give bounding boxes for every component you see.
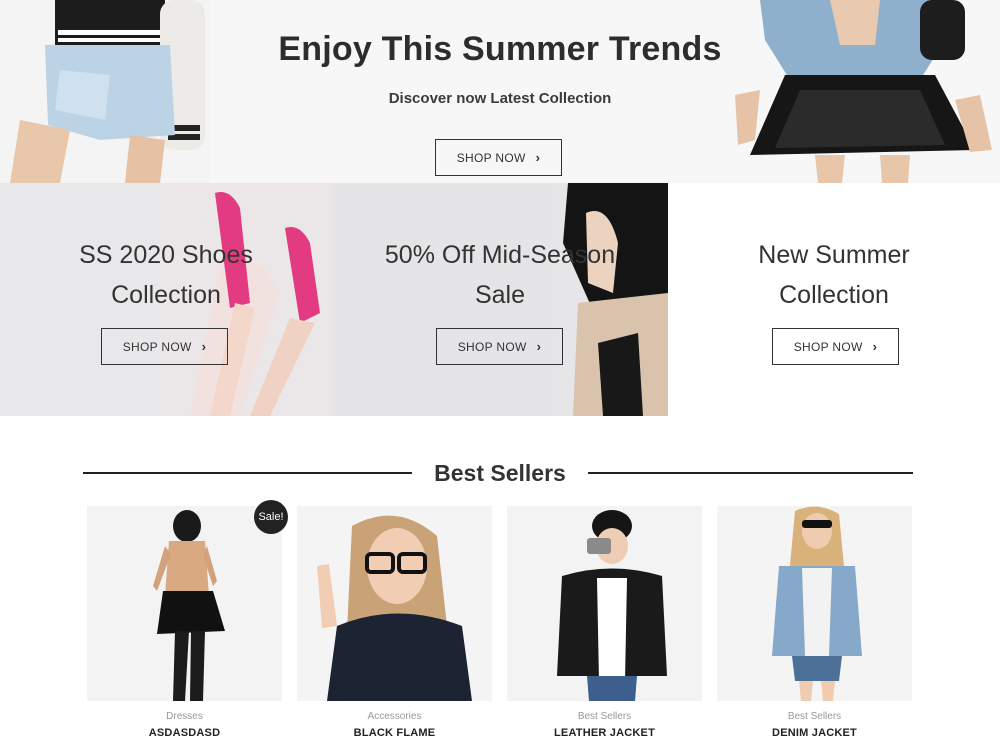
hero-banner: Enjoy This Summer Trends Discover now La…: [0, 0, 1000, 183]
chevron-right-icon: ›: [536, 339, 542, 354]
product-card[interactable]: Dresses ASDASDASD: [87, 506, 282, 743]
product-image[interactable]: [717, 506, 912, 701]
product-card[interactable]: Best Sellers DENIM JACKET: [717, 506, 912, 743]
product-name[interactable]: BLACK FLAME: [297, 727, 492, 739]
model-black-dress-image: [87, 506, 282, 701]
product-image[interactable]: [87, 506, 282, 701]
product-image[interactable]: [297, 506, 492, 701]
chevron-right-icon: ›: [872, 339, 878, 354]
product-card[interactable]: Accessories BLACK FLAME: [297, 506, 492, 743]
shop-now-label: SHOP NOW: [122, 339, 192, 354]
product-category[interactable]: Accessories: [297, 711, 492, 722]
hero-title: Enjoy This Summer Trends: [278, 30, 722, 68]
sale-badge: Sale!: [254, 500, 288, 534]
banner-title-line: Sale: [474, 281, 526, 309]
banner-title-line: SS 2020 Shoes: [79, 241, 253, 269]
product-category[interactable]: Best Sellers: [717, 711, 912, 722]
banner-title: SS 2020 Shoes Collection: [0, 235, 332, 315]
banner-title: 50% Off Mid-Season Sale: [332, 235, 668, 315]
product-category[interactable]: Best Sellers: [507, 711, 702, 722]
product-name[interactable]: ASDASDASD: [87, 727, 282, 739]
product-name[interactable]: LEATHER JACKET: [507, 727, 702, 739]
product-image[interactable]: [507, 506, 702, 701]
best-sellers-heading: Best Sellers: [434, 460, 566, 486]
banner-title-line: New Summer: [758, 241, 910, 269]
product-category[interactable]: Dresses: [87, 711, 282, 722]
product-name[interactable]: DENIM JACKET: [717, 727, 912, 739]
model-denim-jacket-image: [717, 506, 912, 701]
section-divider-left: [83, 472, 412, 474]
model-glasses-image: [297, 506, 492, 701]
new-summer-collection-banner: New Summer Collection SHOP NOW ›: [668, 183, 1000, 416]
mid-season-sale-banner: 50% Off Mid-Season Sale SHOP NOW ›: [332, 183, 668, 416]
product-card[interactable]: Best Sellers LEATHER JACKET: [507, 506, 702, 743]
shop-now-label: SHOP NOW: [793, 339, 863, 354]
sale-shop-now-button[interactable]: SHOP NOW ›: [436, 328, 563, 365]
hero-shop-now-button[interactable]: SHOP NOW ›: [435, 139, 562, 176]
banner-title-line: 50% Off Mid-Season: [384, 241, 616, 269]
banner-title-line: Collection: [779, 281, 889, 309]
banner-title: New Summer Collection: [668, 235, 1000, 315]
chevron-right-icon: ›: [201, 339, 207, 354]
summer-shop-now-button[interactable]: SHOP NOW ›: [772, 328, 899, 365]
shoes-shop-now-button[interactable]: SHOP NOW ›: [101, 328, 228, 365]
chevron-right-icon: ›: [535, 150, 541, 165]
shoes-collection-banner: SS 2020 Shoes Collection SHOP NOW ›: [0, 183, 332, 416]
shop-now-label: SHOP NOW: [456, 150, 526, 165]
banner-title-line: Collection: [111, 281, 221, 309]
model-leather-jacket-image: [507, 506, 702, 701]
hero-subtitle: Discover now Latest Collection: [388, 90, 612, 107]
shop-now-label: SHOP NOW: [457, 339, 527, 354]
section-divider-right: [588, 472, 913, 474]
